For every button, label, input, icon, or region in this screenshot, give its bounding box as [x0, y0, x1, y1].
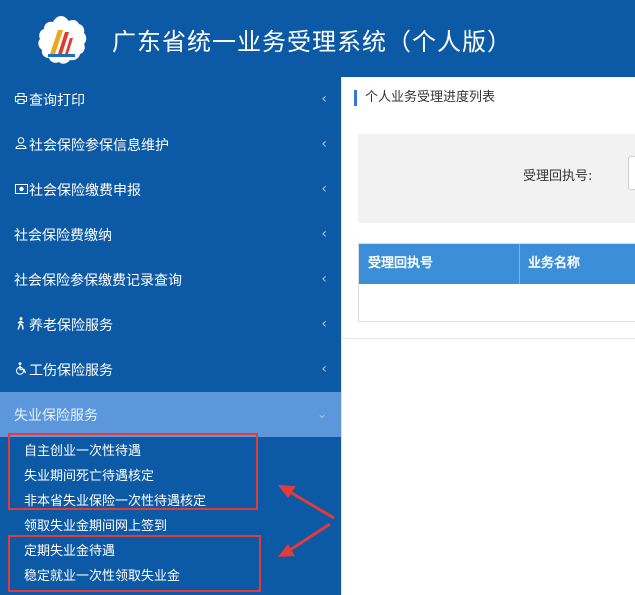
sidebar-item-label: 工伤保险服务: [29, 362, 113, 379]
sidebar-item-payment-declare[interactable]: 社会保险缴费申报 ‹: [0, 167, 341, 212]
chevron-left-icon: ‹: [321, 181, 327, 197]
highlight-box-bottom: [8, 535, 261, 592]
wheelchair-icon: [14, 361, 28, 378]
person-walking-icon: [14, 316, 28, 333]
receipt-number-label: 受理回执号:: [523, 169, 593, 184]
search-panel: 受理回执号:: [358, 134, 635, 223]
column-header-business-name: 业务名称: [528, 256, 581, 271]
annotation-arrow-upper: [278, 485, 335, 520]
chevron-down-icon: ⌄: [316, 407, 327, 421]
receipt-number-input[interactable]: [628, 156, 635, 190]
app-header: 广东省统一业务受理系统（个人版）: [0, 0, 635, 77]
table-header: 受理回执号 业务名称: [359, 244, 635, 284]
panel-title: 个人业务受理进度列表: [354, 90, 495, 106]
chevron-left-icon: ‹: [321, 361, 327, 377]
user-icon: [14, 137, 28, 152]
main-content: 个人业务受理进度列表 受理回执号: 受理回执号 业务名称: [341, 77, 635, 595]
app-logo: [38, 16, 87, 64]
highlight-box-top: [8, 433, 258, 510]
sidebar-item-label: 养老保险服务: [29, 317, 113, 334]
sidebar-item-injury-service[interactable]: 工伤保险服务 ‹: [0, 347, 341, 392]
sidebar-item-label: 社会保险参保缴费记录查询: [14, 272, 182, 289]
annotation-arrow-lower: [278, 522, 331, 557]
sidebar-item-label: 失业保险服务: [14, 407, 98, 424]
content-divider: [342, 338, 635, 339]
sidebar-item-insurance-info[interactable]: 社会保险参保信息维护 ‹: [0, 122, 341, 167]
column-header-receipt-number: 受理回执号: [368, 256, 434, 271]
chevron-left-icon: ‹: [321, 271, 327, 287]
progress-table: 受理回执号 业务名称: [358, 243, 635, 322]
sidebar-item-query-print[interactable]: 查询打印 ‹: [0, 77, 341, 122]
money-icon: [14, 183, 28, 197]
sidebar-item-unemployment-service[interactable]: 失业保险服务 ⌄: [0, 392, 341, 437]
sidebar-item-fee-pay[interactable]: 社会保险费缴纳 ‹: [0, 212, 341, 257]
app-title: 广东省统一业务受理系统（个人版）: [112, 28, 512, 56]
sidebar-item-label: 社会保险参保信息维护: [29, 137, 169, 154]
sidebar-item-label: 社会保险缴费申报: [29, 182, 141, 199]
chevron-left-icon: ‹: [321, 316, 327, 332]
sidebar-item-pension-service[interactable]: 养老保险服务 ‹: [0, 302, 341, 347]
sidebar-item-label: 查询打印: [29, 92, 85, 109]
column-divider: [519, 244, 520, 284]
chevron-left-icon: ‹: [321, 91, 327, 107]
sidebar-item-record-query[interactable]: 社会保险参保缴费记录查询 ‹: [0, 257, 341, 302]
printer-icon: [14, 92, 28, 107]
chevron-left-icon: ‹: [321, 136, 327, 152]
sidebar-item-label: 社会保险费缴纳: [14, 227, 112, 244]
chevron-left-icon: ‹: [321, 226, 327, 242]
